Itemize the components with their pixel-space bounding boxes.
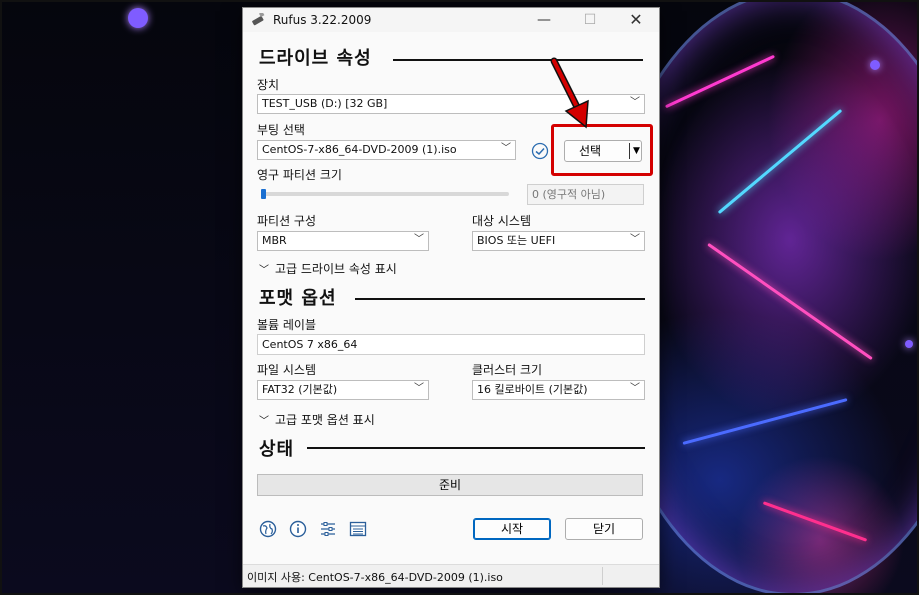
chevron-down-icon: ﹀ bbox=[414, 383, 424, 394]
check-circle-icon bbox=[531, 142, 549, 160]
window-title: Rufus 3.22.2009 bbox=[273, 13, 372, 27]
maximize-button[interactable]: ☐ bbox=[567, 8, 613, 32]
wallpaper-dot bbox=[905, 340, 913, 348]
section-rule bbox=[355, 298, 645, 300]
chevron-down-icon: ﹀ bbox=[259, 265, 269, 276]
persistent-partition-label: 영구 파티션 크기 bbox=[257, 168, 342, 182]
split-divider bbox=[629, 143, 630, 159]
chevron-down-icon: ﹀ bbox=[501, 143, 511, 154]
chevron-down-icon: ﹀ bbox=[630, 383, 640, 394]
select-button-label: 선택 bbox=[579, 144, 602, 158]
file-system-select[interactable]: FAT32 (기본값) ﹀ bbox=[257, 380, 429, 400]
volume-label-input[interactable]: CentOS 7 x86_64 bbox=[257, 334, 645, 355]
annotation-arrow-icon bbox=[550, 57, 589, 129]
persistent-partition-size-field[interactable]: 0 (영구적 아님) bbox=[527, 184, 644, 205]
info-icon[interactable] bbox=[289, 520, 307, 538]
advanced-drive-properties-toggle[interactable]: ﹀ 고급 드라이브 속성 표시 bbox=[259, 260, 397, 277]
cluster-size-label: 클러스터 크기 bbox=[472, 363, 543, 377]
advanced-format-options-toggle[interactable]: ﹀ 고급 포맷 옵션 표시 bbox=[259, 411, 375, 428]
title-bar: Rufus 3.22.2009 — ☐ ✕ bbox=[243, 8, 659, 32]
footer-divider bbox=[602, 567, 603, 585]
chevron-down-icon: ﹀ bbox=[414, 234, 424, 245]
partition-scheme-select[interactable]: MBR ﹀ bbox=[257, 231, 429, 251]
file-system-label: 파일 시스템 bbox=[257, 363, 317, 377]
wallpaper-dot bbox=[128, 8, 148, 28]
minimize-button[interactable]: — bbox=[521, 8, 567, 32]
usb-drive-icon bbox=[252, 13, 265, 26]
boot-selection-select[interactable]: CentOS-7-x86_64-DVD-2009 (1).iso ﹀ bbox=[257, 140, 516, 160]
close-window-button[interactable]: ✕ bbox=[613, 8, 659, 32]
persistent-partition-slider[interactable] bbox=[261, 189, 266, 199]
volume-label-label: 볼륨 레이블 bbox=[257, 318, 317, 332]
select-button[interactable]: 선택 ▼ bbox=[564, 140, 642, 162]
boot-selection-value: CentOS-7-x86_64-DVD-2009 (1).iso bbox=[262, 143, 457, 156]
footer-text: 이미지 사용: CentOS-7-x86_64-DVD-2009 (1).iso bbox=[247, 571, 503, 584]
target-system-label: 대상 시스템 bbox=[472, 214, 532, 228]
log-icon[interactable] bbox=[349, 520, 367, 538]
section-rule bbox=[307, 447, 645, 449]
advanced-drive-properties-label: 고급 드라이브 속성 표시 bbox=[275, 262, 397, 276]
target-system-value: BIOS 또는 UEFI bbox=[477, 234, 556, 247]
status-heading: 상태 bbox=[259, 435, 303, 461]
status-footer: 이미지 사용: CentOS-7-x86_64-DVD-2009 (1).iso bbox=[243, 564, 659, 587]
persistent-partition-slider-track bbox=[261, 192, 509, 196]
status-bar: 준비 bbox=[257, 474, 643, 496]
close-button[interactable]: 닫기 bbox=[565, 518, 643, 540]
dropdown-arrow-icon[interactable]: ▼ bbox=[633, 141, 640, 161]
partition-scheme-label: 파티션 구성 bbox=[257, 214, 317, 228]
globe-icon[interactable] bbox=[259, 520, 277, 538]
chevron-down-icon: ﹀ bbox=[630, 97, 640, 108]
partition-scheme-value: MBR bbox=[262, 234, 287, 247]
format-options-heading: 포맷 옵션 bbox=[259, 284, 345, 310]
cluster-size-value: 16 킬로바이트 (기본값) bbox=[477, 383, 588, 396]
boot-selection-label: 부팅 선택 bbox=[257, 123, 305, 137]
file-system-value: FAT32 (기본값) bbox=[262, 383, 338, 396]
settings-sliders-icon[interactable] bbox=[319, 520, 337, 538]
chevron-down-icon: ﹀ bbox=[630, 234, 640, 245]
device-value: TEST_USB (D:) [32 GB] bbox=[262, 97, 388, 110]
wallpaper-dot bbox=[870, 60, 880, 70]
section-rule bbox=[393, 59, 643, 61]
drive-properties-heading: 드라이브 속성 bbox=[259, 44, 380, 70]
target-system-select[interactable]: BIOS 또는 UEFI ﹀ bbox=[472, 231, 645, 251]
start-button[interactable]: 시작 bbox=[473, 518, 551, 540]
advanced-format-options-label: 고급 포맷 옵션 표시 bbox=[275, 413, 375, 427]
chevron-down-icon: ﹀ bbox=[259, 416, 269, 427]
cluster-size-select[interactable]: 16 킬로바이트 (기본값) ﹀ bbox=[472, 380, 645, 400]
device-label: 장치 bbox=[257, 78, 280, 92]
